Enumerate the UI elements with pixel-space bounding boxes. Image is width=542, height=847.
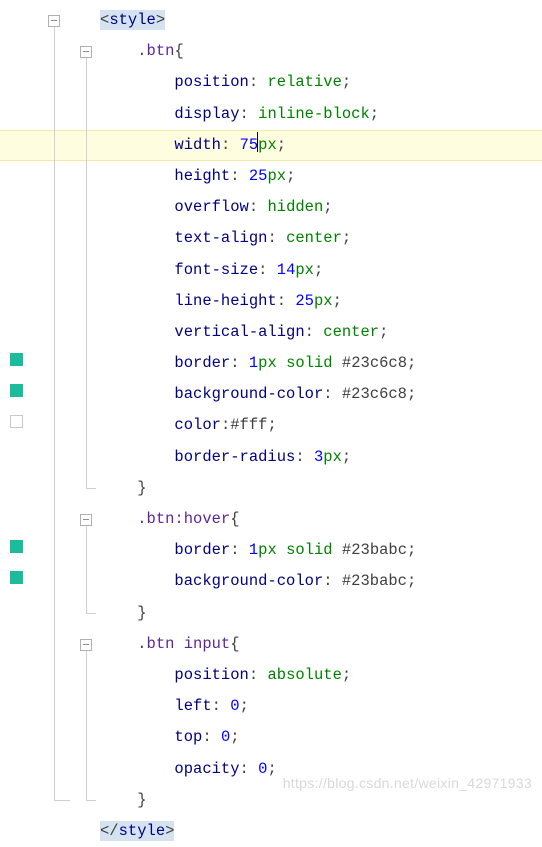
code-line[interactable]: position: absolute;: [98, 660, 542, 691]
gutter-line: [0, 405, 98, 436]
code-line[interactable]: </style>: [98, 816, 542, 847]
gutter-line: [0, 468, 98, 499]
gutter-line: [0, 374, 98, 405]
code-line[interactable]: text-align: center;: [98, 223, 542, 254]
fold-guide-line: [86, 56, 87, 483]
fold-end-icon: [86, 473, 96, 489]
code-line[interactable]: border-radius: 3px;: [98, 442, 542, 473]
fold-toggle-icon[interactable]: [48, 15, 60, 27]
code-line[interactable]: position: relative;: [98, 67, 542, 98]
code-line[interactable]: .btn:hover{: [98, 504, 542, 535]
fold-toggle-icon[interactable]: [80, 46, 92, 58]
fold-guide-line: [86, 524, 87, 608]
gutter-line: [0, 62, 98, 93]
gutter-line: [0, 437, 98, 468]
code-line[interactable]: vertical-align: center;: [98, 317, 542, 348]
code-line[interactable]: }: [98, 473, 542, 504]
code-line[interactable]: line-height: 25px;: [98, 286, 542, 317]
code-line[interactable]: .btn{: [98, 36, 542, 67]
watermark-text: https://blog.csdn.net/weixin_42971933: [283, 768, 532, 799]
gutter-line: [0, 94, 98, 125]
gutter-line: [0, 343, 98, 374]
gutter-line: [0, 780, 98, 811]
code-line[interactable]: .btn input{: [98, 629, 542, 660]
gutter-mark-icon[interactable]: [10, 571, 23, 584]
code-editor[interactable]: <style> .btn{ position: relative; displa…: [0, 0, 542, 847]
code-line[interactable]: left: 0;: [98, 691, 542, 722]
gutter-line: [0, 125, 98, 156]
editor-gutter: [0, 0, 98, 847]
fold-end-icon: [86, 598, 96, 614]
gutter-mark-icon[interactable]: [10, 540, 23, 553]
gutter-line: [0, 749, 98, 780]
fold-toggle-icon[interactable]: [80, 639, 92, 651]
code-line[interactable]: top: 0;: [98, 722, 542, 753]
fold-guide-line: [86, 649, 87, 795]
gutter-line: [0, 156, 98, 187]
gutter-line: [0, 530, 98, 561]
code-line[interactable]: overflow: hidden;: [98, 192, 542, 223]
gutter-line: [0, 686, 98, 717]
code-line[interactable]: display: inline-block;: [98, 99, 542, 130]
gutter-line: [0, 218, 98, 249]
text-caret: [257, 132, 258, 152]
code-line[interactable]: height: 25px;: [98, 161, 542, 192]
code-line[interactable]: background-color: #23babc;: [98, 566, 542, 597]
code-line[interactable]: <style>: [98, 5, 542, 36]
code-line[interactable]: }: [98, 598, 542, 629]
gutter-line: [0, 561, 98, 592]
code-line[interactable]: border: 1px solid #23babc;: [98, 535, 542, 566]
code-line[interactable]: color:#fff;: [98, 410, 542, 441]
code-line[interactable]: background-color: #23c6c8;: [98, 379, 542, 410]
gutter-line: [0, 811, 98, 842]
fold-toggle-icon[interactable]: [80, 514, 92, 526]
gutter-line: [0, 312, 98, 343]
code-area[interactable]: <style> .btn{ position: relative; displa…: [98, 5, 542, 847]
code-line[interactable]: font-size: 14px;: [98, 255, 542, 286]
gutter-mark-icon[interactable]: [10, 384, 23, 397]
fold-guide-line: [54, 25, 55, 795]
gutter-line: [0, 717, 98, 748]
fold-end-icon: [86, 785, 96, 801]
gutter-line: [0, 655, 98, 686]
gutter-line: [0, 281, 98, 312]
gutter-line: [0, 593, 98, 624]
gutter-mark-hollow-icon[interactable]: [10, 415, 23, 428]
code-line[interactable]: border: 1px solid #23c6c8;: [98, 348, 542, 379]
gutter-mark-icon[interactable]: [10, 353, 23, 366]
fold-end-icon: [54, 785, 70, 801]
gutter-line: [0, 187, 98, 218]
gutter-line: [0, 250, 98, 281]
